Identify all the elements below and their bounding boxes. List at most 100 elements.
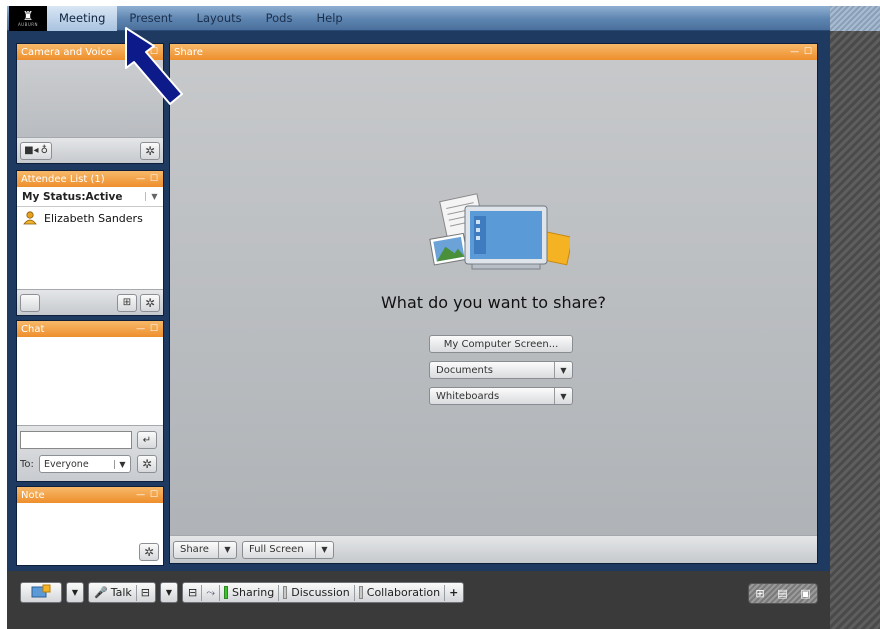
pod-title: Share bbox=[174, 46, 203, 58]
host-user-icon bbox=[22, 211, 38, 225]
active-tab-indicator bbox=[224, 586, 229, 599]
camera-voice-pod: Camera and Voice — ☐ ■◂ ♁ ✲ bbox=[16, 43, 164, 164]
my-status-label: My Status:Active bbox=[22, 190, 123, 203]
tab-indicator bbox=[358, 586, 363, 599]
talk-button[interactable]: 🎤 Talk ⊟ bbox=[88, 582, 156, 603]
my-status-dropdown[interactable]: My Status:Active ▼ bbox=[17, 187, 163, 207]
button-label: Documents bbox=[436, 364, 494, 376]
chat-pod: Chat — ☐ ↵ To: Everyone ▼ ✲ bbox=[16, 320, 164, 482]
pod-window-controls[interactable]: — ☐ bbox=[136, 47, 159, 57]
chevron-down-icon: ▼ bbox=[554, 362, 572, 378]
gear-icon: ✲ bbox=[144, 295, 156, 310]
raise-hand-icon bbox=[31, 584, 51, 601]
pod-window-controls[interactable]: — ☐ bbox=[136, 490, 159, 500]
background-hatch bbox=[830, 6, 880, 629]
menu-layouts[interactable]: Layouts bbox=[185, 6, 254, 31]
share-documents-dropdown[interactable]: Documents ▼ bbox=[429, 361, 573, 379]
layout-tabs: ⊟ ⤳ Sharing Discussion Collaboration + bbox=[182, 582, 465, 603]
pod-header: Attendee List (1) — ☐ bbox=[17, 171, 163, 187]
chevron-down-icon: ▼ bbox=[218, 541, 236, 558]
lock-layouts-icon[interactable]: ⊟ bbox=[188, 586, 197, 599]
attendee-list-pod: Attendee List (1) — ☐ My Status:Active ▼… bbox=[16, 170, 164, 316]
full-screen-button[interactable]: Full Screen ▼ bbox=[242, 540, 334, 559]
pod-title: Camera and Voice bbox=[21, 46, 113, 58]
share-pod-footer: Share ▼ Full Screen ▼ bbox=[170, 535, 817, 563]
divider bbox=[444, 584, 446, 601]
chat-message-input[interactable] bbox=[20, 431, 132, 449]
divider bbox=[219, 584, 221, 601]
menu-pods[interactable]: Pods bbox=[254, 6, 305, 31]
share-menu-button[interactable]: Share ▼ bbox=[173, 540, 237, 559]
chevron-down-icon: ▼ bbox=[165, 588, 173, 597]
menu-meeting[interactable]: Meeting bbox=[47, 6, 118, 31]
enter-icon: ↵ bbox=[142, 434, 152, 446]
logo-text: AUBURN bbox=[17, 21, 39, 27]
microphone-icon: 🎤 bbox=[94, 586, 108, 599]
pod-window-controls[interactable]: — ☐ bbox=[136, 324, 159, 334]
button-label: Whiteboards bbox=[436, 390, 500, 402]
audio-options-dropdown[interactable]: ▼ bbox=[160, 582, 178, 603]
status-button[interactable] bbox=[20, 293, 40, 312]
menu-help[interactable]: Help bbox=[304, 6, 354, 31]
presenter-view-icon[interactable]: ▣ bbox=[800, 587, 810, 600]
meeting-toolbar: ▼ 🎤 Talk ⊟ ▼ ⊟ ⤳ Sharing Discussion Coll… bbox=[20, 582, 465, 603]
lock-icon: ⊟ bbox=[140, 586, 150, 599]
list-view-icon[interactable]: ▤ bbox=[777, 587, 787, 600]
pod-window-controls[interactable]: — ☐ bbox=[136, 174, 159, 184]
tab-collaboration[interactable]: Collaboration bbox=[367, 586, 440, 599]
share-content-icon bbox=[429, 193, 570, 270]
camera-area bbox=[17, 60, 163, 137]
status-change-dropdown[interactable]: ▼ bbox=[66, 582, 84, 603]
pod-title: Chat bbox=[21, 323, 45, 335]
divider bbox=[135, 584, 137, 601]
pod-header: Note — ☐ bbox=[17, 487, 163, 503]
chat-recipient-value: Everyone bbox=[44, 458, 89, 470]
share-my-computer-screen-button[interactable]: My Computer Screen... bbox=[429, 335, 573, 353]
pod-header: Chat — ☐ bbox=[17, 321, 163, 337]
chevron-down-icon: ▼ bbox=[554, 388, 572, 404]
button-label: Talk bbox=[110, 586, 132, 599]
divider bbox=[278, 584, 280, 601]
app-logo: ♜ AUBURN bbox=[9, 6, 47, 31]
pod-footer: ■◂ ♁ ✲ bbox=[17, 137, 163, 163]
pod-footer: ⊞ ✲ bbox=[17, 289, 163, 315]
share-pod: Share — ☐ What do you want to share? My … bbox=[169, 43, 818, 564]
camera-voice-button[interactable]: ■◂ ♁ bbox=[20, 141, 52, 160]
view-options-button[interactable]: ⊞ bbox=[117, 293, 137, 312]
tab-discussion[interactable]: Discussion bbox=[291, 586, 350, 599]
chat-to-label: To: bbox=[20, 459, 34, 470]
button-label: Share bbox=[180, 544, 209, 555]
manage-layouts-icon[interactable]: ⤳ bbox=[206, 586, 215, 600]
tab-indicator bbox=[283, 586, 288, 599]
tab-sharing[interactable]: Sharing bbox=[232, 586, 274, 599]
logo-icon: ♜ bbox=[22, 8, 34, 23]
chat-footer: ↵ To: Everyone ▼ ✲ bbox=[17, 425, 163, 481]
share-whiteboards-dropdown[interactable]: Whiteboards ▼ bbox=[429, 387, 573, 405]
status-change-button[interactable] bbox=[20, 582, 62, 603]
gear-icon: ✲ bbox=[144, 143, 156, 158]
camera-options-button[interactable]: ✲ bbox=[140, 141, 160, 160]
microphone-icon: ♁ bbox=[40, 145, 48, 156]
camera-icon: ■◂ bbox=[24, 145, 39, 156]
chevron-down-icon: ▼ bbox=[114, 459, 130, 469]
menu-bar: ♜ AUBURN Meeting Present Layouts Pods He… bbox=[7, 6, 830, 31]
attendee-options-button[interactable]: ✲ bbox=[140, 293, 160, 312]
button-label: My Computer Screen... bbox=[443, 338, 559, 350]
button-label: Full Screen bbox=[249, 544, 304, 555]
pod-title: Note bbox=[21, 489, 45, 501]
chat-options-button[interactable]: ✲ bbox=[137, 455, 157, 473]
grid-view-icon[interactable]: ⊞ bbox=[755, 587, 764, 600]
note-options-button[interactable]: ✲ bbox=[139, 543, 159, 561]
list-item[interactable]: Elizabeth Sanders bbox=[17, 207, 163, 229]
pod-window-controls[interactable]: — ☐ bbox=[790, 47, 813, 57]
add-layout-button[interactable]: + bbox=[449, 586, 458, 599]
chat-recipient-select[interactable]: Everyone ▼ bbox=[39, 455, 131, 473]
pod-header: Camera and Voice — ☐ bbox=[17, 44, 163, 60]
divider bbox=[201, 584, 203, 601]
meeting-room: ♜ AUBURN Meeting Present Layouts Pods He… bbox=[7, 6, 880, 629]
chevron-down-icon: ▼ bbox=[315, 541, 333, 558]
pod-title: Attendee List (1) bbox=[21, 173, 105, 185]
menu-present[interactable]: Present bbox=[117, 6, 184, 31]
gear-icon: ✲ bbox=[143, 545, 155, 559]
send-message-button[interactable]: ↵ bbox=[137, 431, 157, 449]
